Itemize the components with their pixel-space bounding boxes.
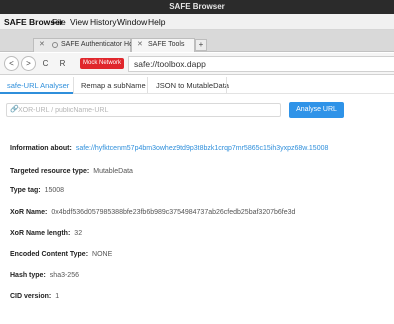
tab-remap-subname[interactable]: Remap a subName bbox=[81, 81, 146, 90]
info-hash-type: Hash type: sha3-256 bbox=[10, 272, 79, 279]
tab-divider bbox=[147, 77, 148, 93]
info-cid-version: CID version: 1 bbox=[10, 293, 59, 300]
tab-close-icon[interactable]: ✕ bbox=[39, 40, 45, 48]
url-input-wrapper: 🔗 bbox=[6, 103, 281, 117]
info-value: MutableData bbox=[93, 168, 133, 175]
info-value-link[interactable]: safe://hyfktcenm57p4bm3owhez9td9p3t8bzk1… bbox=[76, 145, 329, 152]
menu-bar: SAFE Browser File View History Window He… bbox=[0, 14, 394, 30]
info-label: Targeted resource type: bbox=[10, 168, 90, 175]
info-label: CID version: bbox=[10, 293, 52, 300]
info-value: 0x4bdf536d057985388bfe23fb6b989c37549847… bbox=[51, 209, 296, 216]
menu-help[interactable]: Help bbox=[148, 17, 165, 27]
tab-safe-tools[interactable]: ✕ SAFE Tools bbox=[131, 38, 195, 52]
info-value: 15008 bbox=[44, 187, 65, 194]
window-titlebar: SAFE Browser bbox=[0, 0, 394, 14]
active-tab-indicator bbox=[0, 92, 73, 94]
tab-label: SAFE Tools bbox=[148, 41, 185, 48]
info-label: XoR Name: bbox=[10, 209, 48, 216]
info-label: Encoded Content Type: bbox=[10, 251, 89, 258]
reload-icon[interactable]: C bbox=[38, 56, 53, 71]
tab-url-analyser[interactable]: safe-URL Analyser bbox=[7, 81, 69, 90]
menu-file[interactable]: File bbox=[52, 17, 66, 27]
mock-network-badge[interactable]: Mock Network bbox=[80, 58, 125, 69]
info-label: Hash type: bbox=[10, 272, 46, 279]
url-input[interactable] bbox=[18, 105, 278, 116]
tab-bar: ✕ SAFE Authenticator Home ✕ SAFE Tools + bbox=[0, 30, 394, 52]
window-title: SAFE Browser bbox=[169, 2, 225, 11]
info-information-about: Information about: safe://hyfktcenm57p4bm… bbox=[10, 145, 328, 152]
menu-history[interactable]: History bbox=[90, 17, 116, 27]
tool-tabs: safe-URL Analyser Remap a subName JSON t… bbox=[0, 77, 394, 94]
safe-favicon-icon bbox=[52, 42, 58, 48]
tab-divider bbox=[73, 77, 74, 93]
info-label: Type tag: bbox=[10, 187, 41, 194]
info-value: NONE bbox=[92, 251, 113, 258]
account-icon[interactable]: R bbox=[55, 56, 70, 71]
address-bar[interactable]: safe://toolbox.dapp bbox=[128, 56, 394, 72]
info-label: XoR Name length: bbox=[10, 230, 71, 237]
analyse-url-button[interactable]: Analyse URL bbox=[289, 102, 344, 118]
navigation-bar: < > C R Mock Network safe://toolbox.dapp bbox=[0, 53, 394, 75]
info-value: sha3-256 bbox=[49, 272, 79, 279]
tab-close-icon[interactable]: ✕ bbox=[137, 40, 143, 48]
tab-json-to-mutabledata[interactable]: JSON to MutableData bbox=[156, 81, 229, 90]
info-xor-name: XoR Name: 0x4bdf536d057985388bfe23fb6b989… bbox=[10, 209, 295, 216]
new-tab-button[interactable]: + bbox=[195, 39, 207, 51]
tab-divider bbox=[226, 77, 227, 93]
info-encoded-content-type: Encoded Content Type: NONE bbox=[10, 251, 112, 258]
info-label: Information about: bbox=[10, 145, 72, 152]
back-button[interactable]: < bbox=[4, 56, 19, 71]
menu-window[interactable]: Window bbox=[117, 17, 147, 27]
info-xor-name-length: XoR Name length: 32 bbox=[10, 230, 82, 237]
tab-authenticator-home[interactable]: ✕ SAFE Authenticator Home bbox=[33, 38, 143, 52]
menu-view[interactable]: View bbox=[70, 17, 88, 27]
info-resource-type: Targeted resource type: MutableData bbox=[10, 168, 133, 175]
info-type-tag: Type tag: 15008 bbox=[10, 187, 64, 194]
forward-button[interactable]: > bbox=[21, 56, 36, 71]
info-value: 1 bbox=[55, 293, 60, 300]
info-value: 32 bbox=[74, 230, 83, 237]
